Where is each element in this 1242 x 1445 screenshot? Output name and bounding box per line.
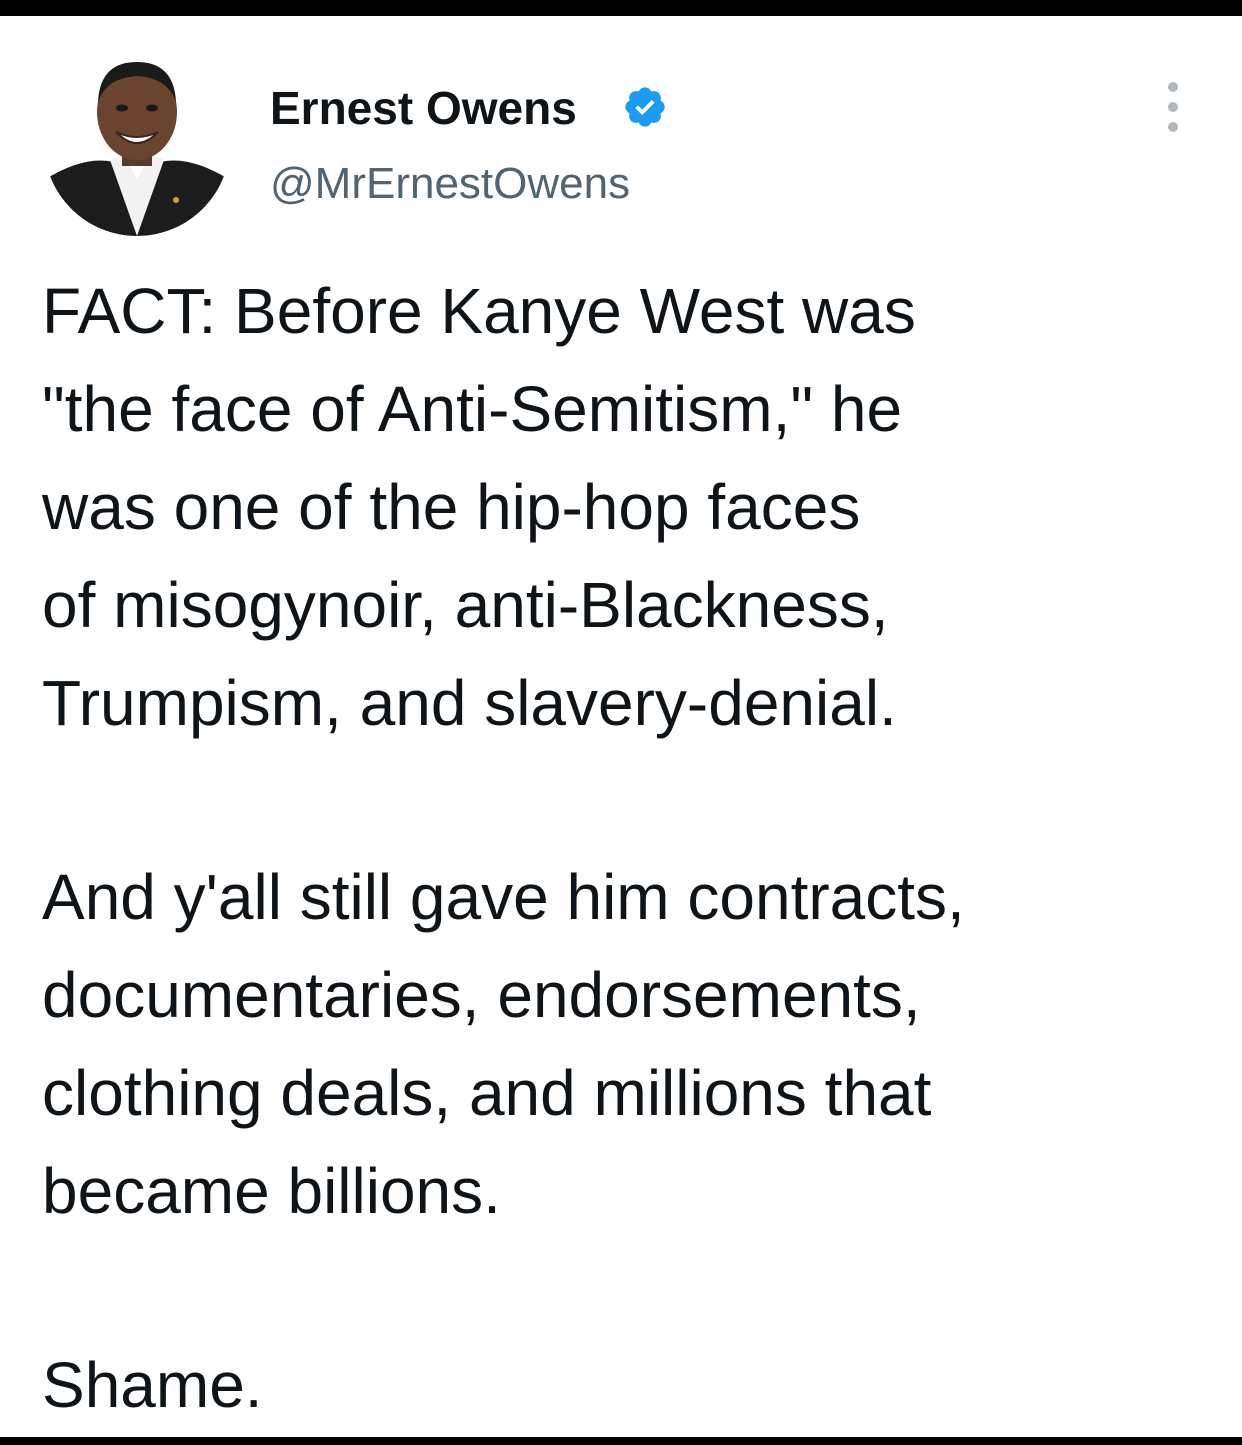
tweet-paragraph-1: FACT: Before Kanye West was "the face of…: [42, 275, 916, 739]
tweet-paragraph-3: Shame.: [42, 1349, 263, 1421]
tweet-body: FACT: Before Kanye West was "the face of…: [42, 262, 1212, 1434]
tweet-screenshot: Ernest Owens @MrErnestOwens FACT: Before…: [0, 0, 1242, 1445]
bottom-black-bar: [0, 1437, 1242, 1445]
tweet-paragraph-2: And y'all still gave him contracts, docu…: [42, 861, 965, 1227]
top-black-bar: [0, 0, 1242, 16]
avatar-image: [44, 50, 230, 236]
avatar[interactable]: [44, 50, 230, 236]
author-handle[interactable]: @MrErnestOwens: [270, 158, 630, 210]
dot: [1168, 82, 1178, 92]
author-display-name[interactable]: Ernest Owens: [270, 82, 577, 134]
dot: [1168, 102, 1178, 112]
dot: [1168, 122, 1178, 132]
more-options-icon[interactable]: [1156, 82, 1190, 132]
verified-badge-icon: [622, 84, 668, 130]
